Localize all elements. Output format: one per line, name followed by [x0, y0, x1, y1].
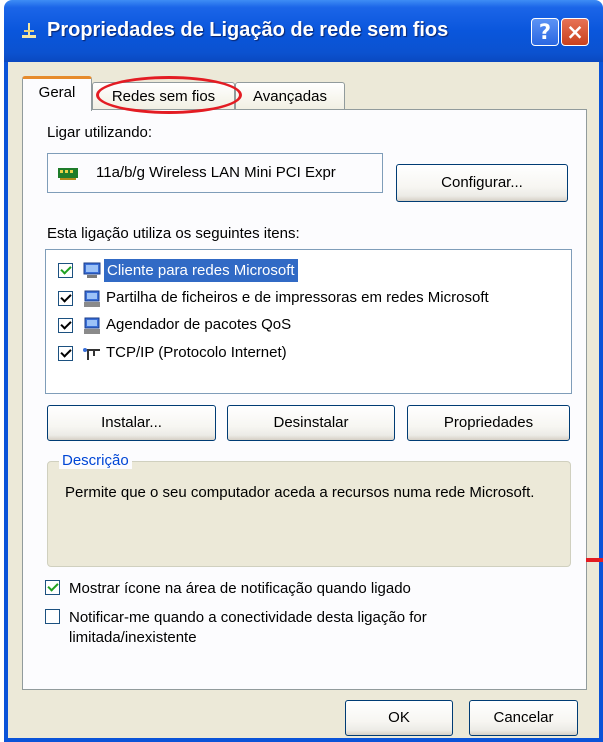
description-group — [47, 461, 571, 567]
properties-button[interactable]: Propriedades — [407, 405, 570, 441]
item-checkbox[interactable] — [58, 291, 73, 306]
item-checkbox[interactable] — [58, 263, 73, 278]
items-label: Esta ligação utiliza os seguintes itens: — [47, 225, 300, 242]
item-label: TCP/IP (Protocolo Internet) — [106, 344, 287, 361]
list-item[interactable]: Cliente para redes Microsoft — [58, 258, 563, 284]
item-label: Partilha de ficheiros e de impressoras e… — [106, 289, 489, 306]
install-button[interactable]: Instalar... — [47, 405, 216, 441]
protocol-icon — [83, 348, 100, 360]
qos-scheduler-icon — [84, 317, 100, 334]
uninstall-button[interactable]: Desinstalar — [227, 405, 395, 441]
components-list[interactable]: Cliente para redes Microsoft Partilha de… — [45, 249, 572, 394]
show-icon-label: Mostrar ícone na área de notificação qua… — [69, 580, 411, 597]
ok-button[interactable]: OK — [345, 700, 453, 736]
tab-redes-sem-fios[interactable]: Redes sem fios — [92, 82, 235, 110]
description-title: Descrição — [59, 452, 132, 469]
list-item[interactable]: TCP/IP (Protocolo Internet) — [58, 341, 563, 367]
network-connection-icon — [22, 23, 36, 38]
adapter-field: 11a/b/g Wireless LAN Mini PCI Expr — [47, 153, 383, 193]
item-label: Agendador de pacotes QoS — [106, 316, 292, 333]
item-label: Cliente para redes Microsoft — [104, 259, 298, 282]
notify-checkbox[interactable] — [45, 609, 60, 624]
window-title: Propriedades de Ligação de rede sem fios — [47, 19, 449, 41]
configure-button[interactable]: Configurar... — [396, 164, 568, 202]
network-adapter-icon — [58, 168, 78, 180]
list-item[interactable]: Agendador de pacotes QoS — [58, 313, 563, 339]
adapter-name: 11a/b/g Wireless LAN Mini PCI Expr — [96, 164, 336, 181]
tab-geral[interactable]: Geral — [22, 76, 92, 111]
annotation-mark — [586, 558, 603, 562]
notify-label: Notificar-me quando a conectividade dest… — [69, 609, 427, 646]
list-item[interactable]: Partilha de ficheiros e de impressoras e… — [58, 286, 563, 312]
tab-avancadas[interactable]: Avançadas — [235, 82, 345, 110]
title-bar[interactable]: Propriedades de Ligação de rede sem fios… — [4, 0, 603, 62]
item-checkbox[interactable] — [58, 346, 73, 361]
connect-using-label: Ligar utilizando: — [47, 124, 153, 141]
file-printer-sharing-icon — [84, 290, 100, 307]
cancel-button[interactable]: Cancelar — [469, 700, 578, 736]
description-text: Permite que o seu computador aceda a rec… — [65, 484, 535, 501]
show-icon-checkbox[interactable] — [45, 580, 60, 595]
network-client-icon — [83, 262, 101, 278]
help-button[interactable]: ? — [531, 18, 559, 46]
close-button[interactable]: × — [561, 18, 589, 46]
item-checkbox[interactable] — [58, 318, 73, 333]
